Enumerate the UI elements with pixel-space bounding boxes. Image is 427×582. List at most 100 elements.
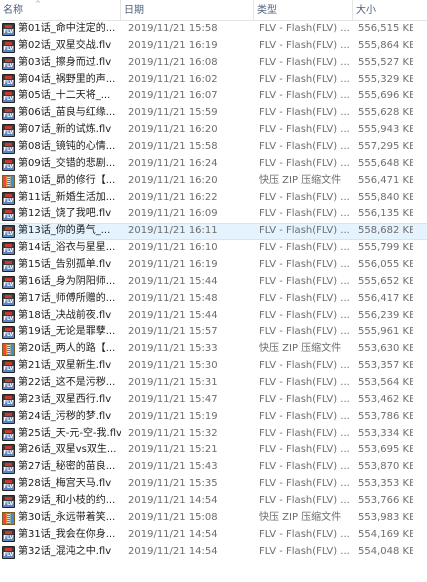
flv-file-icon <box>2 444 15 458</box>
file-type: FLV - Flash(FLV) ... <box>259 360 350 372</box>
file-date: 2019/11/21 16:07 <box>128 90 218 102</box>
flv-file-icon <box>2 309 15 323</box>
file-row[interactable]: 第14话_浴衣与星星... 2019/11/21 16:10 FLV - Flash… <box>0 240 427 257</box>
file-size: 553,870 KB <box>358 461 413 473</box>
file-size: 554,169 KB <box>358 528 413 540</box>
flv-file-icon <box>2 326 15 340</box>
file-size: 553,983 KB <box>358 511 413 523</box>
file-row[interactable]: 第32话_混沌之中.flv 2019/11/21 14:54 FLV - Flash… <box>0 544 427 561</box>
file-date: 2019/11/21 15:59 <box>128 107 218 119</box>
file-name: 第15话_告别孤单.flv <box>18 259 112 271</box>
file-date: 2019/11/21 16:24 <box>128 157 218 169</box>
file-row[interactable]: 第10话_昴的修行【... 2019/11/21 16:20 快压 ZIP 压缩文件… <box>0 173 427 190</box>
file-size: 553,353 KB <box>358 478 413 490</box>
file-type: 快压 ZIP 压缩文件 <box>259 511 342 523</box>
file-type: FLV - Flash(FLV) ... <box>259 242 350 254</box>
file-type: FLV - Flash(FLV) ... <box>259 23 350 34</box>
file-row[interactable]: 第05话_十二天将_... 2019/11/21 16:07 FLV - Flash… <box>0 88 427 105</box>
file-row[interactable]: 第22话_这不是污秽... 2019/11/21 15:31 FLV - Flash… <box>0 375 427 392</box>
date-header-label: 日期 <box>124 5 144 16</box>
file-type: FLV - Flash(FLV) ... <box>259 90 350 102</box>
file-row[interactable]: 第02话_双星交战.flv 2019/11/21 16:19 FLV - Flash… <box>0 38 427 55</box>
file-size: 558,682 KB <box>358 225 413 237</box>
file-row[interactable]: 第20话_两人的路【... 2019/11/21 15:33 快压 ZIP 压缩文件… <box>0 341 427 358</box>
file-date: 2019/11/21 15:08 <box>128 511 218 523</box>
file-row[interactable]: 第11话_新婚生活加... 2019/11/21 16:22 FLV - Flash… <box>0 190 427 207</box>
file-type: FLV - Flash(FLV) ... <box>259 141 350 153</box>
file-size: 556,239 KB <box>358 309 413 321</box>
file-size: 553,786 KB <box>358 410 413 422</box>
file-row[interactable]: 第07话_新的试炼.flv 2019/11/21 16:20 FLV - Flash… <box>0 122 427 139</box>
file-name: 第14话_浴衣与星星... <box>18 242 116 254</box>
file-row[interactable]: 第24话_污秽的梦.flv 2019/11/21 15:19 FLV - Flash… <box>0 409 427 426</box>
file-type: FLV - Flash(FLV) ... <box>259 326 350 338</box>
file-row[interactable]: 第30话_永远带着笑... 2019/11/21 15:08 快压 ZIP 压缩文件… <box>0 510 427 527</box>
file-name: 第25话_天-元-空-我.flv <box>18 427 121 439</box>
file-size: 557,295 KB <box>358 141 413 153</box>
file-row[interactable]: 第08话_镜钝的心情... 2019/11/21 15:58 FLV - Flash… <box>0 139 427 156</box>
file-type: FLV - Flash(FLV) ... <box>259 410 350 422</box>
file-row[interactable]: 第06话_苗良与红缘... 2019/11/21 15:59 FLV - Flash… <box>0 105 427 122</box>
file-date: 2019/11/21 16:19 <box>128 39 218 51</box>
file-size: 556,417 KB <box>358 292 413 304</box>
file-name: 第28话_梅宫天马.flv <box>18 478 112 490</box>
file-row[interactable]: 第15话_告别孤单.flv 2019/11/21 16:19 FLV - Flash… <box>0 257 427 274</box>
file-size: 553,766 KB <box>358 495 413 507</box>
file-size: 555,840 KB <box>358 191 413 203</box>
file-size: 555,961 KB <box>358 326 413 338</box>
size-column-header[interactable]: 大小 <box>353 0 427 21</box>
zip-archive-icon <box>2 343 15 357</box>
file-row[interactable]: 第29话_和小枝的约... 2019/11/21 14:54 FLV - Flash… <box>0 493 427 510</box>
file-row[interactable]: 第16话_身为阴阳师... 2019/11/21 15:44 FLV - Flash… <box>0 274 427 291</box>
file-row[interactable]: 第04话_祸野里的声... 2019/11/21 16:02 FLV - Flash… <box>0 72 427 89</box>
file-type: FLV - Flash(FLV) ... <box>259 461 350 473</box>
date-column-header[interactable]: 日期 <box>121 0 254 21</box>
file-date: 2019/11/21 16:22 <box>128 191 218 203</box>
file-date: 2019/11/21 15:58 <box>128 23 218 34</box>
file-row[interactable]: 第09话_交错的悲剧... 2019/11/21 16:24 FLV - Flash… <box>0 156 427 173</box>
file-name: 第21话_双星新生.flv <box>18 360 112 372</box>
file-row[interactable]: 第01话_命中注定的... 2019/11/21 15:58 FLV - Flash… <box>0 21 427 38</box>
file-row[interactable]: 第28话_梅宫天马.flv 2019/11/21 15:35 FLV - Flash… <box>0 476 427 493</box>
file-row[interactable]: 第17话_师傅所赠的... 2019/11/21 15:48 FLV - Flash… <box>0 291 427 308</box>
file-name: 第07话_新的试炼.flv <box>18 124 112 136</box>
file-row[interactable]: 第21话_双星新生.flv 2019/11/21 15:30 FLV - Flash… <box>0 358 427 375</box>
file-date: 2019/11/21 15:48 <box>128 292 218 304</box>
file-name: 第27话_秘密的苗良... <box>18 461 116 473</box>
file-row[interactable]: 第12话_饶了我吧.flv 2019/11/21 16:09 FLV - Flash… <box>0 206 427 223</box>
file-row[interactable]: 第26话_双星vs双生... 2019/11/21 15:21 FLV - Flas… <box>0 442 427 459</box>
file-row[interactable]: 第25话_天-元-空-我.flv 2019/11/21 15:32 FLV - Fl… <box>0 426 427 443</box>
type-header-label: 类型 <box>257 5 277 16</box>
file-name: 第02话_双星交战.flv <box>18 39 112 51</box>
file-name: 第16话_身为阴阳师... <box>18 275 116 287</box>
file-row[interactable]: 第23话_双星西行.flv 2019/11/21 15:47 FLV - Flash… <box>0 392 427 409</box>
file-list: 第01话_命中注定的... 2019/11/21 15:58 FLV - Flash… <box>0 21 427 561</box>
file-size: 555,652 KB <box>358 275 413 287</box>
file-type: FLV - Flash(FLV) ... <box>259 427 350 439</box>
file-name: 第05话_十二天将_... <box>18 90 111 102</box>
file-date: 2019/11/21 15:47 <box>128 393 218 405</box>
file-row[interactable]: 第03话_擦身而过.flv 2019/11/21 16:08 FLV - Flash… <box>0 55 427 72</box>
file-row[interactable]: 第31话_我会在你身... 2019/11/21 14:54 FLV - Flash… <box>0 527 427 544</box>
name-column-header[interactable]: 名称 ^ <box>0 0 121 21</box>
file-name: 第32话_混沌之中.flv <box>18 545 112 557</box>
flv-file-icon <box>2 124 15 138</box>
file-date: 2019/11/21 16:08 <box>128 56 218 68</box>
flv-file-icon <box>2 39 15 53</box>
file-size: 553,462 KB <box>358 393 413 405</box>
file-name: 第23话_双星西行.flv <box>18 393 112 405</box>
file-row[interactable]: 第19话_无论是罪孽... 2019/11/21 15:57 FLV - Flash… <box>0 324 427 341</box>
flv-file-icon <box>2 90 15 104</box>
file-type: FLV - Flash(FLV) ... <box>259 191 350 203</box>
flv-file-icon <box>2 360 15 374</box>
file-type: FLV - Flash(FLV) ... <box>259 73 350 85</box>
flv-file-icon <box>2 191 15 205</box>
file-type: FLV - Flash(FLV) ... <box>259 107 350 119</box>
file-row[interactable]: 第18话_决战前夜.flv 2019/11/21 15:44 FLV - Flash… <box>0 308 427 325</box>
file-type: FLV - Flash(FLV) ... <box>259 528 350 540</box>
file-size: 555,329 KB <box>358 73 413 85</box>
zip-archive-icon <box>2 511 15 525</box>
type-column-header[interactable]: 类型 <box>254 0 353 21</box>
file-row[interactable]: 第13话_你的勇气_... 2019/11/21 16:11 FLV - Flash… <box>0 223 427 241</box>
file-row[interactable]: 第27话_秘密的苗良... 2019/11/21 15:43 FLV - Flash… <box>0 459 427 476</box>
